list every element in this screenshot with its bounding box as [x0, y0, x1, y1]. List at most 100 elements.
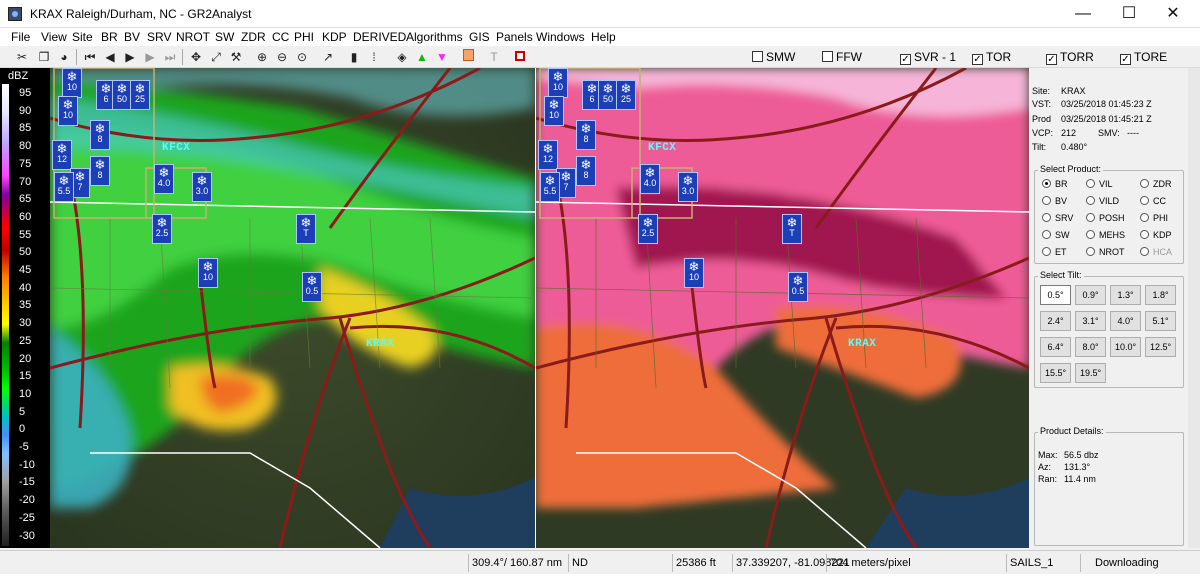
- radar-panel-reflectivity[interactable]: KFCX KRAX ❄ 10 ❄ 6 ❄ 50 ❄ 25 ❄ 10 ❄ 8 ❄ 12 ❄ 8 ❄ 7 ❄ 5.5 ❄ 4.…: [50, 68, 535, 548]
- product-option[interactable]: BV: [1042, 196, 1067, 206]
- menu-kdp[interactable]: KDP: [322, 30, 347, 44]
- station-label[interactable]: KFCX: [162, 142, 190, 154]
- color-bar-icon[interactable]: ▮: [346, 49, 362, 65]
- product-option[interactable]: KDP: [1140, 230, 1172, 240]
- text-tool-icon[interactable]: T: [486, 49, 502, 65]
- zoom-reset-icon[interactable]: ⊙: [294, 49, 310, 65]
- station-label[interactable]: KRAX: [848, 338, 876, 350]
- tilt-button[interactable]: 15.5°: [1040, 363, 1071, 383]
- product-option[interactable]: CC: [1140, 196, 1166, 206]
- product-option[interactable]: VIL: [1086, 179, 1113, 189]
- warning-toggle-ffw[interactable]: FFW: [822, 50, 862, 64]
- play-icon[interactable]: ▶: [122, 49, 138, 65]
- last-frame-icon[interactable]: ⏭: [162, 49, 178, 65]
- tilt-button[interactable]: 4.0°: [1110, 311, 1141, 331]
- winter-report-marker[interactable]: ❄ 8: [576, 120, 596, 150]
- storm-tracks-icon[interactable]: ◈: [394, 49, 410, 65]
- menu-sw[interactable]: SW: [215, 30, 234, 44]
- step-back-icon[interactable]: ◀: [102, 49, 118, 65]
- menu-panels[interactable]: Panels: [496, 30, 533, 44]
- winter-report-marker[interactable]: ❄ 8: [90, 156, 110, 186]
- radar-panel-dual-pol[interactable]: KFCX KRAX ❄ 10 ❄ 6 ❄ 50 ❄ 25 ❄ 10 ❄ 8 ❄ 12 ❄ 8 ❄ 7 ❄ 5.5 ❄ 4.…: [536, 68, 1029, 548]
- winter-report-marker[interactable]: ❄ 50: [112, 80, 132, 110]
- product-option[interactable]: VILD: [1086, 196, 1119, 206]
- zoom-in-icon[interactable]: ⊕: [254, 49, 270, 65]
- menu-br[interactable]: BR: [101, 30, 118, 44]
- winter-report-marker[interactable]: ❄ 10: [548, 68, 568, 98]
- station-label[interactable]: KFCX: [648, 142, 676, 154]
- winter-report-marker[interactable]: ❄ 4.0: [154, 164, 174, 194]
- warning-toggle-svr[interactable]: ✓ SVR - 1: [900, 50, 956, 65]
- winter-report-marker[interactable]: ❄ 8: [90, 120, 110, 150]
- orange-square-icon[interactable]: [460, 49, 476, 65]
- wrench-icon[interactable]: ⚒: [228, 49, 244, 65]
- winter-report-marker[interactable]: ❄ 10: [684, 258, 704, 288]
- product-option[interactable]: POSH: [1086, 213, 1125, 223]
- menu-zdr[interactable]: ZDR: [241, 30, 266, 44]
- winter-report-marker[interactable]: ❄ 2.5: [152, 214, 172, 244]
- winter-report-marker[interactable]: ❄ 4.0: [640, 164, 660, 194]
- winter-report-marker[interactable]: ❄ 10: [544, 96, 564, 126]
- warning-toggle-tor[interactable]: ✓ TOR: [972, 50, 1011, 65]
- tilt-button[interactable]: 3.1°: [1075, 311, 1106, 331]
- winter-report-marker[interactable]: ❄ 3.0: [192, 172, 212, 202]
- minimize-button[interactable]: —: [1060, 0, 1106, 28]
- menu-nrot[interactable]: NROT: [176, 30, 210, 44]
- warning-toggle-smw[interactable]: SMW: [752, 50, 795, 64]
- menu-cc[interactable]: CC: [272, 30, 289, 44]
- zoom-out-icon[interactable]: ⊖: [274, 49, 290, 65]
- winter-report-marker[interactable]: ❄ 12: [538, 140, 558, 170]
- product-option[interactable]: SW: [1042, 230, 1070, 240]
- tool-settings-icon[interactable]: ✂: [14, 49, 30, 65]
- menu-file[interactable]: File: [11, 30, 30, 44]
- winter-report-marker[interactable]: ❄ 5.5: [540, 172, 560, 202]
- winter-report-marker[interactable]: ❄ 10: [198, 258, 218, 288]
- product-option[interactable]: BR: [1042, 179, 1068, 189]
- tool-globe-icon[interactable]: ◕: [56, 49, 72, 65]
- winter-report-marker[interactable]: ❄ 8: [576, 156, 596, 186]
- winter-report-marker[interactable]: ❄ 50: [598, 80, 618, 110]
- product-option[interactable]: MEHS: [1086, 230, 1125, 240]
- winter-report-marker[interactable]: ❄ 0.5: [788, 272, 808, 302]
- tilt-button[interactable]: 0.9°: [1075, 285, 1106, 305]
- product-option[interactable]: ZDR: [1140, 179, 1172, 189]
- menu-help[interactable]: Help: [591, 30, 616, 44]
- winter-report-marker[interactable]: ❄ T: [782, 214, 802, 244]
- winter-report-marker[interactable]: ❄ 12: [52, 140, 72, 170]
- winter-report-marker[interactable]: ❄ 3.0: [678, 172, 698, 202]
- sidebar-scrollbar[interactable]: [1188, 68, 1200, 548]
- winter-report-marker[interactable]: ❄ 25: [616, 80, 636, 110]
- tilt-button[interactable]: 0.5°: [1040, 285, 1071, 305]
- record-stop-icon[interactable]: [512, 49, 528, 65]
- menu-derived[interactable]: DERIVED: [353, 30, 406, 44]
- first-frame-icon[interactable]: ⏮: [82, 49, 98, 65]
- tool-copy-icon[interactable]: ❐: [36, 49, 52, 65]
- tilt-button[interactable]: 19.5°: [1075, 363, 1106, 383]
- menu-site[interactable]: Site: [72, 30, 93, 44]
- station-label[interactable]: KRAX: [366, 338, 394, 350]
- close-button[interactable]: ✕: [1150, 0, 1196, 28]
- menu-gis[interactable]: GIS: [469, 30, 490, 44]
- tilt-button[interactable]: 10.0°: [1110, 337, 1141, 357]
- warning-toggle-tore[interactable]: ✓ TORE: [1120, 50, 1167, 65]
- product-option[interactable]: NROT: [1086, 247, 1125, 257]
- menu-srv[interactable]: SRV: [147, 30, 171, 44]
- tilt-button[interactable]: 5.1°: [1145, 311, 1176, 331]
- product-option[interactable]: PHI: [1140, 213, 1168, 223]
- arrow-tool-icon[interactable]: ↗: [320, 49, 336, 65]
- winter-report-marker[interactable]: ❄ T: [296, 214, 316, 244]
- product-option[interactable]: ET: [1042, 247, 1067, 257]
- step-forward-icon[interactable]: ▶: [142, 49, 158, 65]
- warning-toggle-torr[interactable]: ✓ TORR: [1046, 50, 1094, 65]
- tilt-button[interactable]: 6.4°: [1040, 337, 1071, 357]
- winter-report-marker[interactable]: ❄ 10: [62, 68, 82, 98]
- winter-report-marker[interactable]: ❄ 10: [58, 96, 78, 126]
- menu-windows[interactable]: Windows: [536, 30, 585, 44]
- measure-tool-icon[interactable]: ⤢: [208, 49, 224, 65]
- tilt-button[interactable]: 1.3°: [1110, 285, 1141, 305]
- tilt-button[interactable]: 1.8°: [1145, 285, 1176, 305]
- pan-tool-icon[interactable]: ✥: [188, 49, 204, 65]
- grid-tool-icon[interactable]: ⁞: [366, 49, 382, 65]
- maximize-button[interactable]: ☐: [1106, 0, 1152, 28]
- winter-report-marker[interactable]: ❄ 5.5: [54, 172, 74, 202]
